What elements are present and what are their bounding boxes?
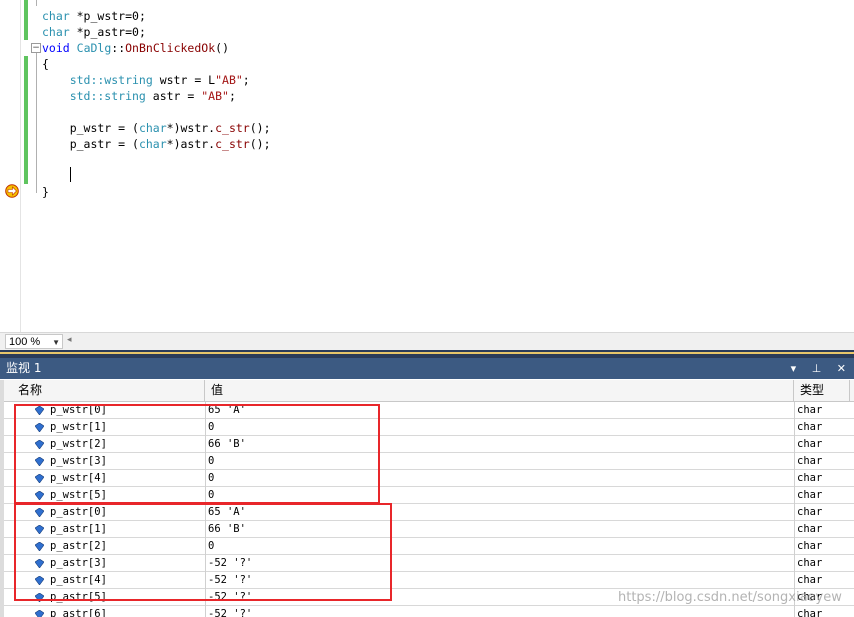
code-token: std::wstring	[42, 73, 153, 87]
column-header-value[interactable]: 值	[205, 380, 794, 401]
column-divider	[794, 402, 795, 617]
editor-gutter[interactable]	[0, 0, 21, 332]
code-line[interactable]: }	[42, 184, 49, 200]
code-token: char	[42, 25, 70, 39]
zoom-select[interactable]: 100 % ▼	[5, 334, 63, 349]
scroll-left-icon[interactable]: ◂	[67, 335, 72, 345]
change-indicator	[24, 56, 28, 184]
code-token: ();	[249, 121, 271, 135]
code-token: "AB"	[215, 73, 243, 87]
panel-splitter[interactable]	[0, 350, 854, 358]
code-token: std::string	[42, 89, 146, 103]
cell-type: char	[797, 489, 823, 501]
code-token: ()	[215, 41, 229, 55]
column-header-name[interactable]: 名称	[12, 380, 205, 401]
code-line[interactable]: std::wstring wstr = L"AB";	[42, 72, 250, 88]
change-indicator	[24, 0, 28, 40]
code-token: c_str	[215, 137, 250, 151]
cell-value[interactable]: -52 '?'	[208, 606, 252, 617]
cell-type: char	[797, 608, 823, 617]
code-line[interactable]: std::string astr = "AB";	[42, 88, 236, 104]
watch-grid-header: 名称 值 类型	[4, 380, 854, 402]
cell-type: char	[797, 523, 823, 535]
watermark: https://blog.csdn.net/songxiaoyew	[618, 590, 842, 605]
code-token: ;	[242, 73, 250, 87]
code-token: "AB"	[201, 89, 229, 103]
code-token: ();	[249, 137, 271, 151]
code-token: ::	[111, 41, 126, 55]
highlight-box-astr	[14, 503, 392, 601]
code-token: char	[138, 137, 167, 151]
cell-type: char	[797, 540, 823, 552]
zoom-value: 100 %	[9, 336, 41, 348]
watch-title: 监视 1	[6, 361, 42, 375]
chevron-down-icon: ▼	[52, 338, 60, 347]
code-token: *p_astr=0;	[69, 25, 146, 39]
editor-status-bar: 100 % ▼ ◂	[0, 332, 854, 351]
column-header-type[interactable]: 类型	[794, 380, 850, 401]
code-token: *)wstr.	[166, 121, 216, 135]
code-line[interactable]: char *p_astr=0;	[42, 24, 146, 40]
code-token: p_astr = (	[42, 137, 139, 151]
code-token: }	[42, 185, 49, 199]
variable-icon	[35, 610, 44, 617]
code-token: p_wstr = (	[42, 121, 139, 135]
code-token: {	[42, 57, 49, 71]
code-editor[interactable]: − char *p_wstr=0; char *p_astr=0; void CaD…	[0, 0, 854, 332]
text-caret	[70, 167, 71, 182]
window-buttons[interactable]: ▾ ⊥ ✕	[791, 358, 852, 379]
cell-type: char	[797, 506, 823, 518]
cell-type: char	[797, 455, 823, 467]
cell-name: p_astr[6]	[50, 608, 107, 617]
cell-type: char	[797, 472, 823, 484]
code-line[interactable]: void CaDlg::OnBnClickedOk()	[42, 40, 229, 56]
outline-line	[36, 0, 37, 6]
cell-type: char	[797, 574, 823, 586]
watch-title-bar[interactable]: 监视 1 ▾ ⊥ ✕	[0, 358, 854, 379]
current-statement-arrow-icon	[5, 184, 19, 198]
code-token: void	[42, 41, 70, 55]
code-token: char	[138, 121, 167, 135]
code-token: astr =	[145, 89, 202, 103]
table-row[interactable]: p_astr[6] -52 '?' char	[4, 606, 854, 617]
code-token: *)astr.	[166, 137, 216, 151]
outline-line	[36, 53, 37, 193]
left-panel-edge	[0, 380, 4, 617]
code-token: *p_wstr=0;	[69, 9, 146, 23]
code-token: c_str	[215, 121, 250, 135]
code-token: OnBnClickedOk	[125, 41, 216, 55]
code-line[interactable]: p_astr = (char*)astr.c_str();	[42, 136, 271, 152]
cell-type: char	[797, 557, 823, 569]
highlight-box-wstr	[14, 404, 380, 504]
code-token: ;	[228, 89, 236, 103]
code-line[interactable]: char *p_wstr=0;	[42, 8, 146, 24]
code-token: wstr = L	[152, 73, 216, 87]
code-token: CaDlg	[76, 41, 112, 55]
cell-type: char	[797, 421, 823, 433]
code-line[interactable]: p_wstr = (char*)wstr.c_str();	[42, 120, 271, 136]
cell-type: char	[797, 438, 823, 450]
code-line[interactable]: {	[42, 56, 49, 72]
cell-type: char	[797, 404, 823, 416]
code-token: char	[42, 9, 70, 23]
collapse-toggle-icon[interactable]: −	[31, 43, 41, 53]
